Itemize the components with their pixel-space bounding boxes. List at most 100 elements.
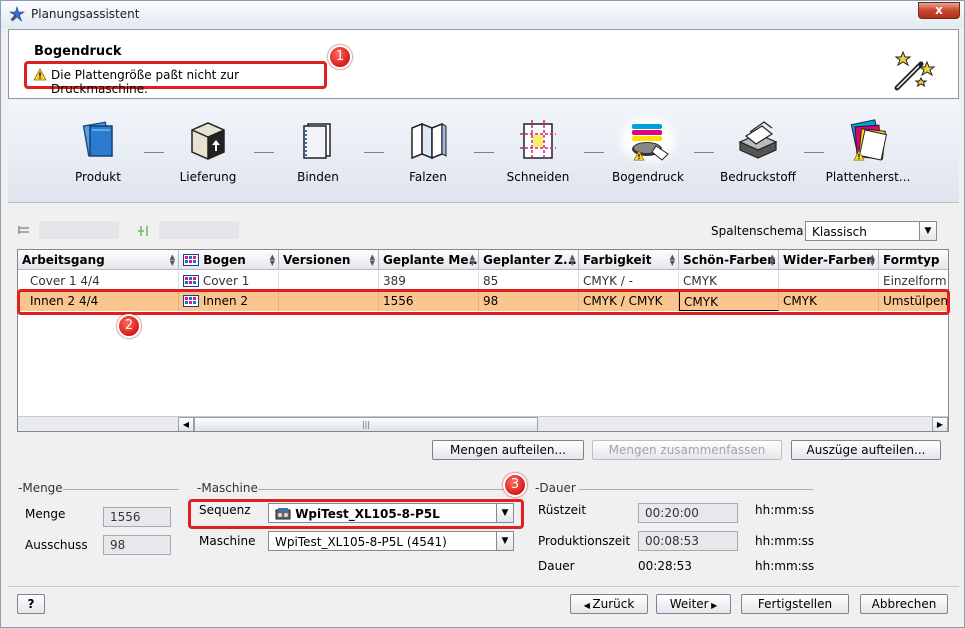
step-bogendruck[interactable]: Bogendruck bbox=[593, 112, 703, 197]
produktionszeit-unit: hh:mm:ss bbox=[755, 534, 815, 548]
warning-icon bbox=[33, 68, 47, 81]
page-title: Bogendruck bbox=[34, 44, 122, 59]
next-button[interactable]: Weiter ▶ bbox=[656, 594, 731, 614]
menge-field: 1556 bbox=[103, 507, 171, 527]
chevron-down-icon: ▼ bbox=[919, 222, 936, 240]
folding-icon bbox=[411, 122, 447, 160]
ruestzeit-field: 00:20:00 bbox=[638, 503, 738, 523]
step-label: Lieferung bbox=[179, 170, 237, 184]
product-icon bbox=[82, 121, 113, 157]
column-header-bogen[interactable]: Bogen ▲ ▼ bbox=[179, 250, 279, 270]
split-extracts-button[interactable]: Auszüge aufteilen... bbox=[791, 440, 941, 460]
cell-arbeitsgang: Cover 1 4/4 bbox=[18, 271, 179, 291]
step-plattenherstellung[interactable]: Plattenherst... bbox=[813, 112, 923, 197]
column-scheme-select[interactable]: Klassisch ▼ bbox=[805, 221, 937, 241]
magic-wand-icon bbox=[894, 50, 936, 91]
step-falzen[interactable]: Falzen bbox=[373, 112, 483, 197]
ausschuss-label: Ausschuss bbox=[25, 538, 88, 552]
step-label: Schneiden bbox=[506, 170, 570, 184]
wizard-window: Planungsassistent x Bogendruck Die Platt… bbox=[0, 0, 965, 628]
highlight-frame-sequenz bbox=[188, 499, 524, 529]
back-button[interactable]: ◀ Zurück bbox=[570, 594, 648, 614]
step-label: Binden bbox=[297, 170, 339, 184]
produktionszeit-label: Produktionszeit bbox=[538, 534, 631, 548]
cell-farbigkeit: CMYK / - bbox=[579, 271, 679, 291]
warning-text: Die Plattengröße paßt nicht zur Druckmas… bbox=[51, 68, 240, 96]
cancel-button[interactable]: Abbrechen bbox=[860, 594, 948, 614]
cell-formtyp: Einzelform (I bbox=[883, 274, 948, 288]
cell-versionen bbox=[279, 271, 379, 291]
window-title: Planungsassistent bbox=[31, 7, 140, 21]
sort-icon: ▲ ▼ bbox=[669, 253, 675, 267]
group-title-menge: -Menge bbox=[18, 481, 63, 495]
step-header: Bogendruck Die Plattengröße paßt nicht z… bbox=[8, 29, 959, 99]
scroll-left-button[interactable]: ◀ bbox=[178, 417, 194, 431]
ausschuss-field: 98 bbox=[103, 535, 171, 555]
step-bedruckstoff[interactable]: Bedruckstoff bbox=[703, 112, 813, 197]
dauer-value: 00:28:53 bbox=[638, 559, 692, 573]
close-button[interactable]: x bbox=[918, 2, 960, 19]
column-header-geplanter-zuschuss[interactable]: Geplanter Z... ▲ ▼ bbox=[479, 250, 579, 270]
cell-schoen-farben: CMYK bbox=[679, 271, 779, 291]
chevron-down-icon: ▼ bbox=[496, 532, 513, 550]
step-warning-icon bbox=[633, 150, 645, 161]
sort-icon: ▲ ▼ bbox=[269, 253, 275, 267]
sort-icon: ▲ ▼ bbox=[569, 253, 575, 267]
column-header-wider-farben[interactable]: Wider-Farben ▲ ▼ bbox=[779, 250, 879, 270]
step-lieferung[interactable]: Lieferung bbox=[153, 112, 263, 197]
horizontal-scrollbar[interactable]: ◀ ||| ▶ bbox=[18, 416, 948, 431]
table-row[interactable]: Cover 1 4/4 Cover 1 389 85 CMYK / - CMYK… bbox=[18, 271, 948, 291]
column-header-schoen-farben[interactable]: Schön-Farben ▲ ▼ bbox=[679, 250, 779, 270]
group-title-dauer: -Dauer bbox=[535, 481, 576, 495]
merge-quantities-button[interactable]: Mengen zusammenfassen bbox=[592, 440, 782, 460]
sort-icon: ▲ ▼ bbox=[469, 253, 475, 267]
column-header-geplante-menge[interactable]: Geplante Me... ▲ ▼ bbox=[379, 250, 479, 270]
group-title-maschine: -Maschine bbox=[197, 481, 258, 495]
produktionszeit-field: 00:08:53 bbox=[638, 531, 738, 551]
split-quantities-button[interactable]: Mengen aufteilen... bbox=[432, 440, 584, 460]
sort-icon: ▲ ▼ bbox=[369, 253, 375, 267]
finish-button[interactable]: Fertigstellen bbox=[741, 594, 849, 614]
operations-table: Arbeitsgang ▲ ▼ Bogen ▲ ▼ Versionen ▲ ▼ Geplan… bbox=[17, 249, 949, 432]
cell-zuschuss: 85 bbox=[479, 271, 579, 291]
callout-badge-2: 2 bbox=[117, 314, 141, 338]
cell-wider-farben bbox=[779, 271, 879, 291]
binding-icon bbox=[303, 123, 331, 159]
sheet-icon bbox=[183, 254, 199, 266]
close-icon: x bbox=[935, 3, 943, 17]
maschine-label: Maschine bbox=[199, 534, 256, 548]
sort-icon: ▲ ▼ bbox=[769, 253, 775, 267]
group-rows-icon bbox=[18, 226, 29, 234]
step-label: Produkt bbox=[75, 170, 121, 184]
step-label: Bogendruck bbox=[612, 170, 684, 184]
sort-icon: ▲ ▼ bbox=[169, 253, 175, 267]
maschine-value: WpiTest_XL105-8-P5L (4541) bbox=[275, 535, 447, 549]
column-header-versionen[interactable]: Versionen ▲ ▼ bbox=[279, 250, 379, 270]
column-header-farbigkeit[interactable]: Farbigkeit ▲ ▼ bbox=[579, 250, 679, 270]
dauer-unit: hh:mm:ss bbox=[755, 559, 815, 573]
delivery-box-icon bbox=[191, 122, 225, 160]
add-split-icon bbox=[138, 226, 148, 236]
paper-stock-icon bbox=[738, 121, 778, 159]
table-header: Arbeitsgang ▲ ▼ Bogen ▲ ▼ Versionen ▲ ▼ Geplan… bbox=[18, 250, 948, 270]
step-schneiden[interactable]: Schneiden bbox=[483, 112, 593, 197]
highlight-frame-row bbox=[17, 289, 950, 315]
column-header-formtyp[interactable]: Formtyp bbox=[879, 250, 948, 270]
step-produkt[interactable]: Produkt bbox=[43, 112, 153, 197]
wizard-steps: Produkt Lieferung Binden Falzen Schneide… bbox=[8, 100, 959, 203]
group-rows-button[interactable] bbox=[17, 221, 119, 239]
step-binden[interactable]: Binden bbox=[263, 112, 373, 197]
sort-icon: ▲ ▼ bbox=[869, 253, 875, 267]
chevron-right-icon: ▶ bbox=[708, 601, 718, 610]
scroll-right-button[interactable]: ▶ bbox=[932, 417, 948, 431]
maschine-select[interactable]: WpiTest_XL105-8-P5L (4541) ▼ bbox=[268, 531, 514, 551]
column-header-arbeitsgang[interactable]: Arbeitsgang ▲ ▼ bbox=[18, 250, 179, 270]
scrollbar-thumb[interactable]: ||| bbox=[194, 417, 538, 431]
ruestzeit-label: Rüstzeit bbox=[538, 503, 587, 517]
callout-badge-1: 1 bbox=[328, 45, 352, 69]
cell-menge: 389 bbox=[379, 271, 479, 291]
add-rows-button[interactable] bbox=[137, 221, 239, 239]
dauer-label: Dauer bbox=[538, 559, 575, 573]
help-button[interactable]: ? bbox=[17, 594, 45, 614]
column-scheme-label: Spaltenschema: bbox=[711, 224, 808, 238]
